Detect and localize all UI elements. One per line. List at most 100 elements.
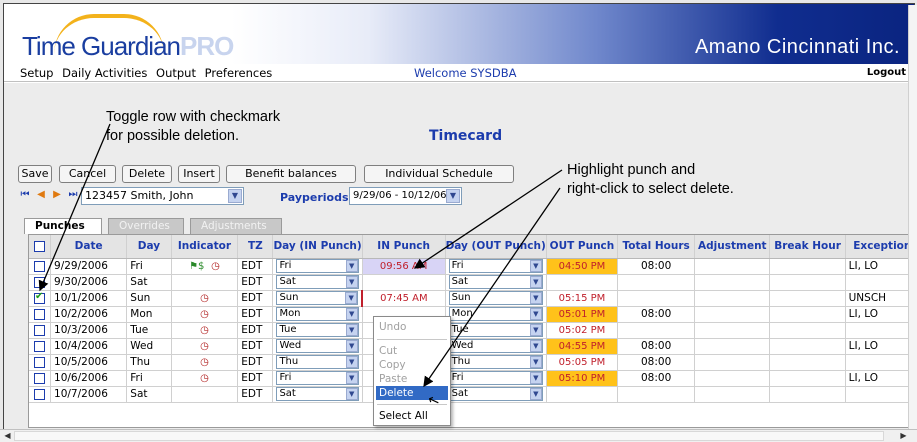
tab-overrides[interactable]: Overrides [108, 218, 184, 234]
cell-adjustment[interactable] [694, 370, 771, 387]
cell-out-punch[interactable]: 05:05 PM [546, 354, 619, 371]
tab-punches[interactable]: Punches [24, 218, 102, 234]
col-header-indicator[interactable]: Indicator [171, 235, 239, 259]
table-row[interactable]: 10/2/2006 Mon ◷ EDT Mon ▼ Mon ▼ 05:01 PM 08:00 LI,… [29, 306, 914, 323]
chevron-down-icon[interactable]: ▼ [529, 356, 542, 368]
day-out-select[interactable]: Fri ▼ [448, 259, 543, 273]
day-out-select[interactable]: Tue ▼ [448, 323, 543, 337]
cell-day-in[interactable]: Fri ▼ [272, 258, 363, 275]
cell-day-out[interactable]: Fri ▼ [445, 370, 547, 387]
cancel-button[interactable]: Cancel [59, 165, 116, 183]
day-out-select[interactable]: Sat ▼ [448, 387, 543, 401]
chevron-down-icon[interactable]: ▼ [345, 308, 358, 320]
vertical-scrollbar[interactable] [908, 5, 917, 429]
day-in-select[interactable]: Tue ▼ [276, 323, 359, 337]
checkbox-icon[interactable] [34, 324, 46, 336]
menu-output[interactable]: Output [156, 66, 196, 80]
tab-adjustments[interactable]: Adjustments [190, 218, 282, 234]
table-row[interactable]: 9/30/2006 Sat EDT Sat ▼ Sat ▼ [29, 274, 914, 291]
cell-break-hour[interactable] [769, 386, 846, 403]
chevron-down-icon[interactable]: ▼ [345, 388, 358, 400]
chevron-down-icon[interactable]: ▼ [345, 260, 358, 272]
checkbox-icon[interactable] [34, 291, 46, 304]
cell-break-hour[interactable] [769, 258, 846, 275]
day-in-select[interactable]: Thu ▼ [276, 355, 359, 369]
cell-in-punch[interactable]: 09:56 AM [362, 258, 446, 275]
first-record-icon[interactable]: ⏮ [18, 188, 32, 202]
cell-adjustment[interactable] [694, 290, 771, 307]
benefit-balances-button[interactable]: Benefit balances [226, 165, 356, 183]
day-in-select[interactable]: Sat ▼ [276, 387, 359, 401]
prev-record-icon[interactable]: ◀ [34, 188, 48, 202]
cell-break-hour[interactable] [769, 322, 846, 339]
table-row[interactable]: 10/7/2006 Sat EDT Sat ▼ Sat ▼ [29, 386, 914, 403]
chevron-down-icon[interactable]: ▼ [345, 324, 358, 336]
checkbox-icon[interactable] [34, 388, 46, 400]
cell-break-hour[interactable] [769, 354, 846, 371]
scrollbar-thumb[interactable] [14, 431, 884, 441]
context-menu-paste[interactable]: Paste [376, 372, 448, 386]
checkbox-icon[interactable] [34, 356, 46, 368]
context-menu-cut[interactable]: Cut [376, 344, 448, 358]
cell-break-hour[interactable] [769, 274, 846, 291]
row-checkbox[interactable] [29, 306, 52, 323]
col-header-day[interactable]: Day [126, 235, 172, 259]
col-header-break-hour[interactable]: Break Hour [769, 235, 846, 259]
horizontal-scrollbar[interactable]: ◀ ▶ [0, 429, 917, 442]
cell-day-out[interactable]: Tue ▼ [445, 322, 547, 339]
scroll-right-icon[interactable]: ▶ [898, 431, 909, 441]
cell-day-out[interactable]: Sat ▼ [445, 386, 547, 403]
checkbox-icon[interactable] [34, 276, 46, 288]
cell-day-out[interactable]: Fri ▼ [445, 258, 547, 275]
chevron-down-icon[interactable]: ▼ [228, 189, 242, 203]
day-in-select[interactable]: Wed ▼ [276, 339, 359, 353]
save-button[interactable]: Save [18, 165, 52, 183]
day-out-select[interactable]: Wed ▼ [448, 339, 543, 353]
context-menu-select-all[interactable]: Select All [376, 409, 448, 423]
cell-day-out[interactable]: Wed ▼ [445, 338, 547, 355]
day-out-select[interactable]: Sun ▼ [448, 291, 543, 305]
checkbox-icon[interactable] [34, 260, 46, 272]
cell-day-in[interactable]: Tue ▼ [272, 322, 363, 339]
table-row[interactable]: 10/1/2006Sun◷EDTSun▼07:45 AMSun▼05:15 PM… [29, 290, 914, 307]
day-in-select[interactable]: Fri ▼ [276, 371, 359, 385]
table-row[interactable]: 10/3/2006 Tue ◷ EDT Tue ▼ Tue ▼ 05:02 PM [29, 322, 914, 339]
cell-day-in[interactable]: Sat ▼ [272, 386, 363, 403]
cell-day-out[interactable]: Mon ▼ [445, 306, 547, 323]
row-checkbox[interactable] [29, 354, 52, 371]
scroll-left-icon[interactable]: ◀ [2, 431, 13, 441]
row-checkbox[interactable] [29, 338, 52, 355]
context-menu-copy[interactable]: Copy [376, 358, 448, 372]
select-all-checkbox[interactable] [29, 235, 52, 259]
payperiod-select[interactable]: 9/29/06 - 10/12/06 ▼ [349, 187, 462, 205]
row-checkbox[interactable] [29, 370, 52, 387]
row-checkbox[interactable] [29, 322, 52, 339]
cell-out-punch[interactable]: 05:02 PM [546, 322, 619, 339]
cell-out-punch[interactable]: 04:50 PM [546, 258, 619, 275]
chevron-down-icon[interactable]: ▼ [345, 340, 358, 352]
chevron-down-icon[interactable]: ▼ [529, 324, 542, 336]
day-in-select[interactable]: Fri ▼ [276, 259, 359, 273]
table-row[interactable]: 10/5/2006 Thu ◷ EDT Thu ▼ Thu ▼ 05:05 PM 08:00 [29, 354, 914, 371]
individual-schedule-button[interactable]: Individual Schedule [364, 165, 514, 183]
cell-day-in[interactable]: Fri ▼ [272, 370, 363, 387]
day-in-select[interactable]: Sat ▼ [276, 275, 359, 289]
cell-adjustment[interactable] [694, 306, 771, 323]
col-header-day-out[interactable]: Day (OUT Punch) [445, 235, 547, 259]
cell-out-punch[interactable] [546, 386, 619, 403]
cell-out-punch[interactable]: 05:15 PM [546, 290, 619, 307]
table-row[interactable]: 10/4/2006 Wed ◷ EDT Wed ▼ Wed ▼ 04:55 PM 08:00 LI,… [29, 338, 914, 355]
col-header-date[interactable]: Date [50, 235, 128, 259]
next-record-icon[interactable]: ▶ [50, 188, 64, 202]
chevron-down-icon[interactable]: ▼ [345, 292, 358, 304]
cell-day-in[interactable]: Wed ▼ [272, 338, 363, 355]
cell-adjustment[interactable] [694, 258, 771, 275]
chevron-down-icon[interactable]: ▼ [529, 388, 542, 400]
cell-day-out[interactable]: Thu ▼ [445, 354, 547, 371]
col-header-total-hours[interactable]: Total Hours [617, 235, 696, 259]
cell-out-punch[interactable]: 05:10 PM [546, 370, 619, 387]
col-header-exception[interactable]: Exception [845, 235, 914, 259]
chevron-down-icon[interactable]: ▼ [529, 372, 542, 384]
cell-adjustment[interactable] [694, 354, 771, 371]
cell-day-in[interactable]: Sun ▼ [272, 290, 363, 307]
